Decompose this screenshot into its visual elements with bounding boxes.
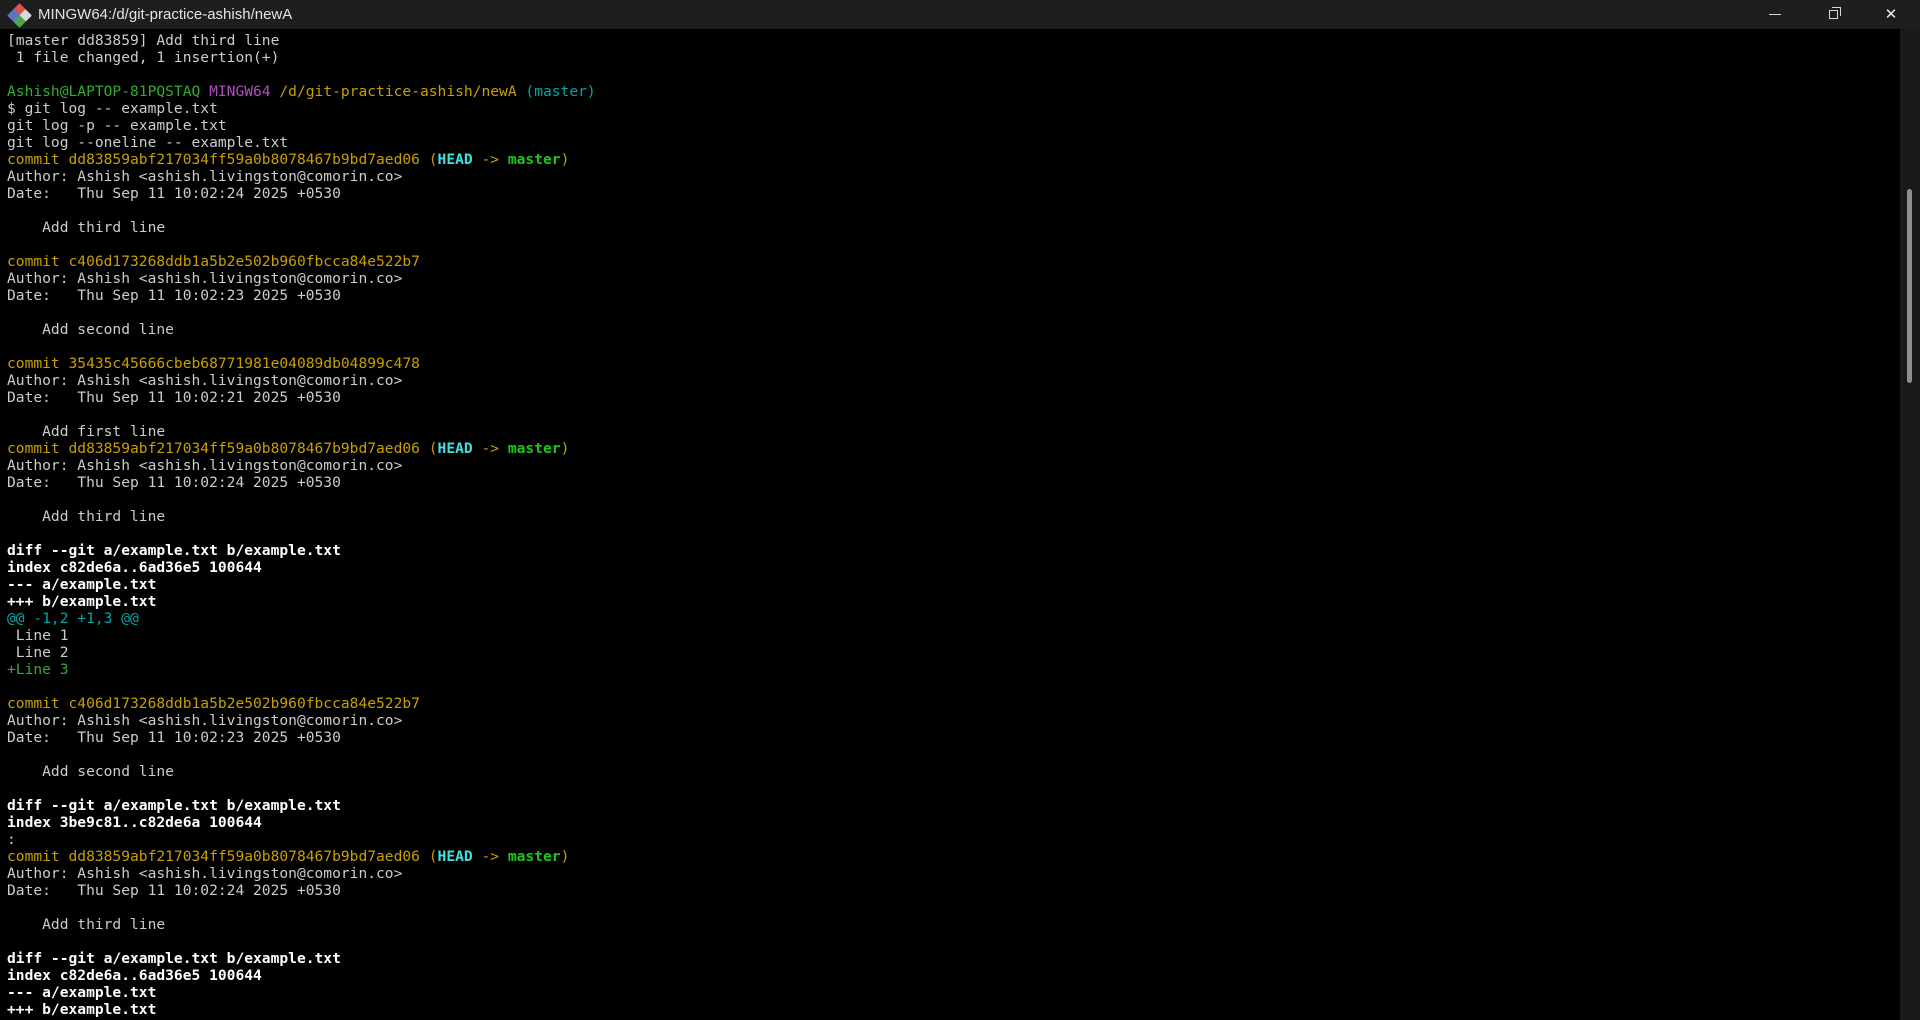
terminal-line: Author: Ashish <ashish.livingston@comori… — [7, 372, 1900, 389]
terminal-line: Date: Thu Sep 11 10:02:21 2025 +0530 — [7, 389, 1900, 406]
terminal-line: Date: Thu Sep 11 10:02:23 2025 +0530 — [7, 287, 1900, 304]
terminal-line: +++ b/example.txt — [7, 593, 1900, 610]
terminal-line: 1 file changed, 1 insertion(+) — [7, 49, 1900, 66]
terminal-line: Author: Ashish <ashish.livingston@comori… — [7, 270, 1900, 287]
terminal-line: Add second line — [7, 763, 1900, 780]
terminal-line — [7, 66, 1900, 83]
terminal-line — [7, 338, 1900, 355]
terminal-line: Line 2 — [7, 644, 1900, 661]
scrollbar-thumb[interactable] — [1907, 189, 1912, 383]
terminal-line: --- a/example.txt — [7, 576, 1900, 593]
terminal-line — [7, 525, 1900, 542]
terminal-line: diff --git a/example.txt b/example.txt — [7, 950, 1900, 967]
terminal-line — [7, 491, 1900, 508]
terminal-line: diff --git a/example.txt b/example.txt — [7, 542, 1900, 559]
minimize-icon — [1769, 14, 1781, 15]
terminal-line: Add second line — [7, 321, 1900, 338]
terminal-line: +++ b/example.txt — [7, 1001, 1900, 1018]
terminal-line: git log -p -- example.txt — [7, 117, 1900, 134]
terminal-line: @@ -1,2 +1,3 @@ — [7, 610, 1900, 627]
terminal-line: Author: Ashish <ashish.livingston@comori… — [7, 712, 1900, 729]
scrollbar-track[interactable] — [1900, 29, 1920, 1020]
terminal-output[interactable]: [master dd83859] Add third line 1 file c… — [0, 29, 1900, 1020]
terminal-line: +Line 3 — [7, 661, 1900, 678]
close-button[interactable]: ✕ — [1862, 0, 1920, 29]
terminal-line: index c82de6a..6ad36e5 100644 — [7, 559, 1900, 576]
terminal-line: commit dd83859abf217034ff59a0b8078467b9b… — [7, 848, 1900, 865]
terminal-line — [7, 304, 1900, 321]
terminal-line: Ashish@LAPTOP-81PQSTAQ MINGW64 /d/git-pr… — [7, 83, 1900, 100]
terminal-line — [7, 406, 1900, 423]
terminal-line: Date: Thu Sep 11 10:02:24 2025 +0530 — [7, 474, 1900, 491]
terminal-line: index 3be9c81..c82de6a 100644 — [7, 814, 1900, 831]
terminal-line: Author: Ashish <ashish.livingston@comori… — [7, 865, 1900, 882]
window-controls: ✕ — [1746, 0, 1920, 29]
minimize-button[interactable] — [1746, 0, 1804, 29]
terminal-line: Add third line — [7, 508, 1900, 525]
terminal-line: commit dd83859abf217034ff59a0b8078467b9b… — [7, 151, 1900, 168]
terminal-line: : — [7, 831, 1900, 848]
terminal-line — [7, 746, 1900, 763]
terminal-line: commit 35435c45666cbeb68771981e04089db04… — [7, 355, 1900, 372]
close-icon: ✕ — [1885, 7, 1898, 22]
terminal-line — [7, 678, 1900, 695]
terminal-line: Add first line — [7, 423, 1900, 440]
terminal-line: --- a/example.txt — [7, 984, 1900, 1001]
window-title: MINGW64:/d/git-practice-ashish/newA — [38, 6, 292, 23]
terminal-line — [7, 933, 1900, 950]
terminal-line: index c82de6a..6ad36e5 100644 — [7, 967, 1900, 984]
terminal-line: commit c406d173268ddb1a5b2e502b960fbcca8… — [7, 695, 1900, 712]
terminal-line: commit c406d173268ddb1a5b2e502b960fbcca8… — [7, 253, 1900, 270]
terminal-line — [7, 236, 1900, 253]
terminal-line: Author: Ashish <ashish.livingston@comori… — [7, 168, 1900, 185]
terminal-line: Date: Thu Sep 11 10:02:24 2025 +0530 — [7, 882, 1900, 899]
terminal-line: Add third line — [7, 916, 1900, 933]
terminal-line: diff --git a/example.txt b/example.txt — [7, 797, 1900, 814]
restore-button[interactable] — [1804, 0, 1862, 29]
terminal-line: Line 1 — [7, 627, 1900, 644]
msys2-diamond-icon — [9, 5, 29, 25]
terminal-line: $ git log -- example.txt — [7, 100, 1900, 117]
terminal-line — [7, 899, 1900, 916]
title-bar: MINGW64:/d/git-practice-ashish/newA ✕ — [0, 0, 1920, 29]
terminal-line — [7, 780, 1900, 797]
terminal-line: Add third line — [7, 219, 1900, 236]
terminal-line: Author: Ashish <ashish.livingston@comori… — [7, 457, 1900, 474]
terminal-line: Date: Thu Sep 11 10:02:24 2025 +0530 — [7, 185, 1900, 202]
terminal-line: Date: Thu Sep 11 10:02:23 2025 +0530 — [7, 729, 1900, 746]
terminal-line — [7, 202, 1900, 219]
restore-icon — [1829, 10, 1838, 19]
terminal-line: git log --oneline -- example.txt — [7, 134, 1900, 151]
terminal-line: [master dd83859] Add third line — [7, 32, 1900, 49]
terminal-line: commit dd83859abf217034ff59a0b8078467b9b… — [7, 440, 1900, 457]
